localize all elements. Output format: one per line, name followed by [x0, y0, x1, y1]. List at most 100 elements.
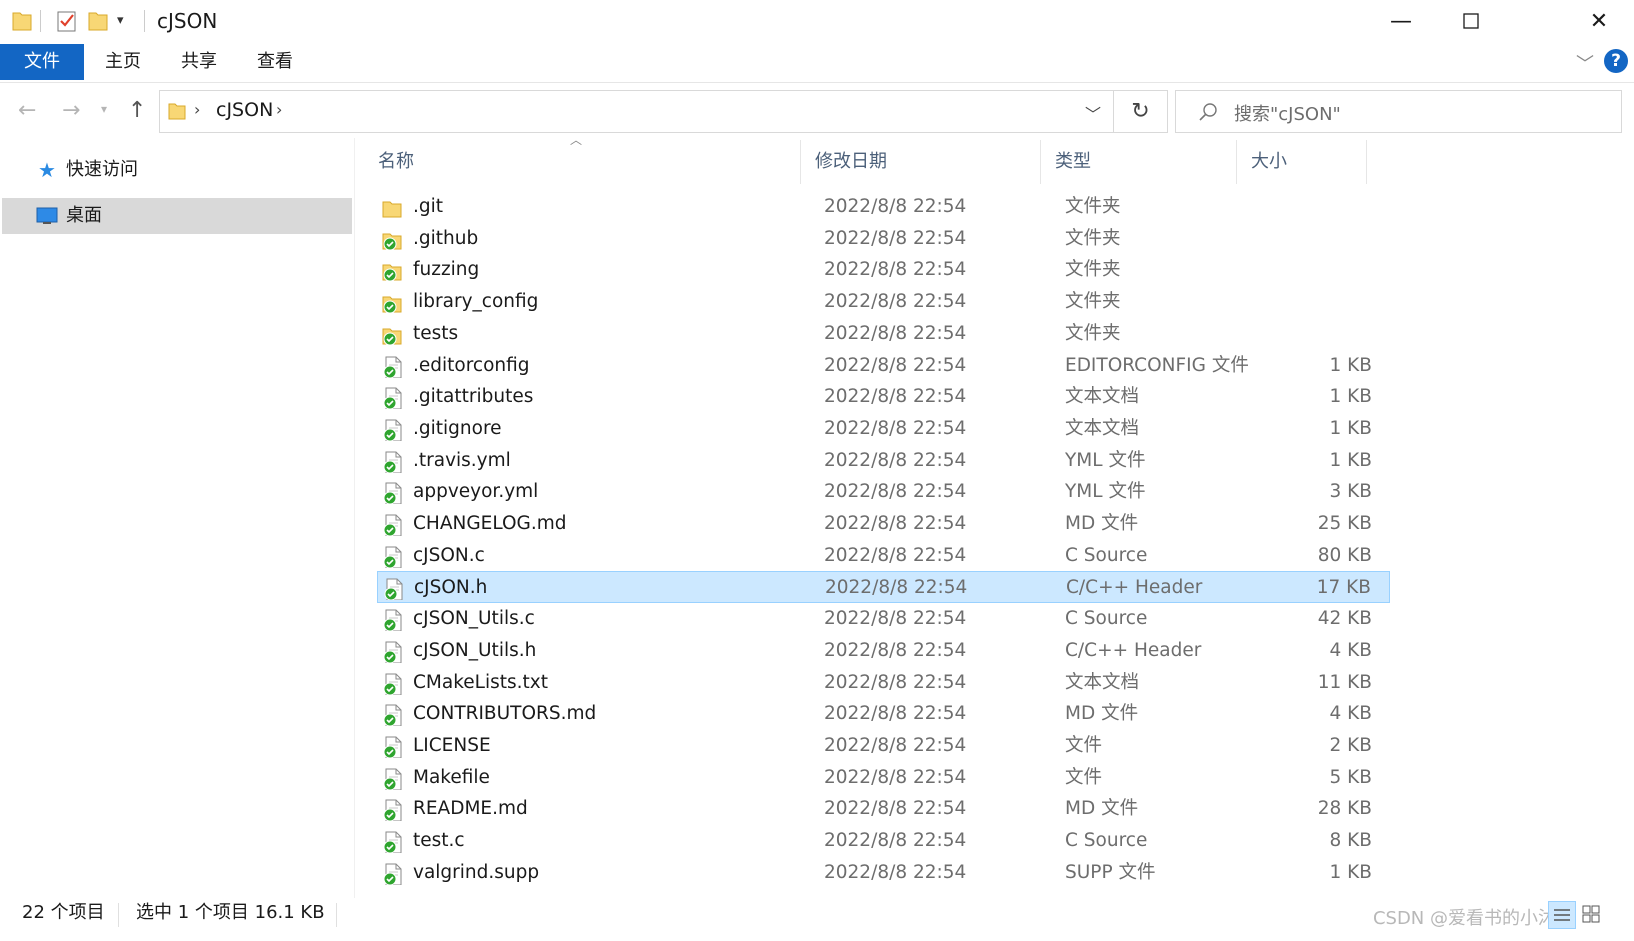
- up-arrow-icon[interactable]: ↑: [128, 98, 146, 123]
- sidebar-divider: [354, 138, 355, 898]
- close-button[interactable]: ✕: [1564, 0, 1634, 42]
- file-size: 11 KB: [1317, 672, 1372, 693]
- file-date: 2022/8/8 22:54: [824, 672, 967, 693]
- file-name: cJSON.h: [414, 577, 488, 598]
- file-row[interactable]: README.md 2022/8/8 22:54 MD 文件 28 KB: [377, 793, 1390, 825]
- sidebar-item-label: 桌面: [66, 205, 102, 226]
- column-header-date[interactable]: 修改日期: [801, 140, 1041, 184]
- address-bar[interactable]: › cJSON › ﹀: [159, 90, 1114, 133]
- file-type: 文件夹: [1065, 323, 1121, 344]
- refresh-button[interactable]: ↻: [1114, 90, 1168, 133]
- file-icon: [383, 673, 402, 695]
- file-row[interactable]: library_config 2022/8/8 22:54 文件夹: [377, 286, 1390, 318]
- properties-icon[interactable]: [56, 10, 78, 32]
- file-size: 1 KB: [1329, 450, 1372, 471]
- column-header-type[interactable]: 类型: [1041, 140, 1237, 184]
- file-row[interactable]: .git 2022/8/8 22:54 文件夹: [377, 191, 1390, 223]
- file-row[interactable]: .editorconfig 2022/8/8 22:54 EDITORCONFIG …: [377, 350, 1390, 382]
- file-row[interactable]: cJSON_Utils.h 2022/8/8 22:54 C/C++ Header 4…: [377, 635, 1390, 667]
- file-type: 文本文档: [1065, 672, 1140, 693]
- breadcrumb-chevron-icon[interactable]: ›: [276, 100, 282, 119]
- forward-arrow-icon[interactable]: →: [62, 98, 80, 123]
- file-row[interactable]: valgrind.supp 2022/8/8 22:54 SUPP 文件 1 KB: [377, 857, 1390, 889]
- file-name: CMakeLists.txt: [413, 672, 548, 693]
- column-header-name[interactable]: 名称: [364, 140, 801, 184]
- tab-file[interactable]: 文件: [0, 44, 84, 80]
- file-icon: [383, 831, 402, 853]
- file-size: 17 KB: [1316, 577, 1371, 598]
- file-icon: [383, 546, 402, 568]
- file-icon: [383, 704, 402, 726]
- file-date: 2022/8/8 22:54: [824, 608, 967, 629]
- breadcrumb-chevron-icon[interactable]: ›: [194, 100, 200, 119]
- file-name: cJSON_Utils.c: [413, 608, 535, 629]
- file-icon: [383, 356, 402, 378]
- file-size: 80 KB: [1317, 545, 1372, 566]
- file-date: 2022/8/8 22:54: [824, 735, 967, 756]
- file-date: 2022/8/8 22:54: [824, 862, 967, 883]
- sidebar-item-quick-access[interactable]: ★ 快速访问: [2, 152, 352, 188]
- file-date: 2022/8/8 22:54: [824, 481, 967, 502]
- file-row[interactable]: appveyor.yml 2022/8/8 22:54 YML 文件 3 KB: [377, 476, 1390, 508]
- file-icon: [384, 578, 403, 600]
- file-type: 文件夹: [1065, 259, 1121, 280]
- address-dropdown-icon[interactable]: ﹀: [1085, 101, 1101, 125]
- file-date: 2022/8/8 22:54: [824, 830, 967, 851]
- file-type: C Source: [1065, 608, 1148, 629]
- ribbon: 文件 主页 共享 查看 ﹀ ?: [0, 44, 1634, 83]
- new-folder-icon[interactable]: [88, 10, 108, 32]
- sidebar-item-desktop[interactable]: 桌面: [2, 198, 352, 234]
- file-name: LICENSE: [413, 735, 491, 756]
- file-row[interactable]: fuzzing 2022/8/8 22:54 文件夹: [377, 254, 1390, 286]
- file-date: 2022/8/8 22:54: [824, 323, 967, 344]
- file-name: CONTRIBUTORS.md: [413, 703, 597, 724]
- file-row[interactable]: test.c 2022/8/8 22:54 C Source 8 KB: [377, 825, 1390, 857]
- expand-ribbon-icon[interactable]: ﹀: [1576, 50, 1594, 76]
- large-icons-view-button[interactable]: [1578, 901, 1606, 929]
- file-row[interactable]: .travis.yml 2022/8/8 22:54 YML 文件 1 KB: [377, 445, 1390, 477]
- file-row[interactable]: CMakeLists.txt 2022/8/8 22:54 文本文档 11 KB: [377, 667, 1390, 699]
- file-row[interactable]: CHANGELOG.md 2022/8/8 22:54 MD 文件 25 KB: [377, 508, 1390, 540]
- file-row[interactable]: .gitignore 2022/8/8 22:54 文本文档 1 KB: [377, 413, 1390, 445]
- file-row[interactable]: Makefile 2022/8/8 22:54 文件 5 KB: [377, 762, 1390, 794]
- file-date: 2022/8/8 22:54: [824, 386, 967, 407]
- file-name: Makefile: [413, 767, 490, 788]
- file-row[interactable]: CONTRIBUTORS.md 2022/8/8 22:54 MD 文件 4 KB: [377, 698, 1390, 730]
- back-arrow-icon[interactable]: ←: [18, 98, 36, 123]
- file-size: 1 KB: [1329, 386, 1372, 407]
- tab-view[interactable]: 查看: [242, 44, 308, 80]
- file-icon: [383, 514, 402, 536]
- search-input[interactable]: 搜索"cJSON": [1175, 90, 1622, 133]
- file-row[interactable]: cJSON_Utils.c 2022/8/8 22:54 C Source 42 KB: [377, 603, 1390, 635]
- file-row[interactable]: .github 2022/8/8 22:54 文件夹: [377, 223, 1390, 255]
- folder-icon: [382, 233, 402, 251]
- details-view-button[interactable]: [1548, 901, 1576, 929]
- file-size: 3 KB: [1329, 481, 1372, 502]
- minimize-button[interactable]: —: [1366, 0, 1436, 42]
- breadcrumb-cjson[interactable]: cJSON: [216, 99, 273, 121]
- file-type: C/C++ Header: [1065, 640, 1202, 661]
- file-row[interactable]: LICENSE 2022/8/8 22:54 文件 2 KB: [377, 730, 1390, 762]
- file-size: 28 KB: [1317, 798, 1372, 819]
- file-row[interactable]: .gitattributes 2022/8/8 22:54 文本文档 1 KB: [377, 381, 1390, 413]
- file-name: README.md: [413, 798, 528, 819]
- status-selection: 选中 1 个项目 16.1 KB: [136, 902, 325, 923]
- customize-quick-access-icon[interactable]: ▾: [117, 13, 124, 28]
- file-date: 2022/8/8 22:54: [824, 703, 967, 724]
- column-header-size[interactable]: 大小: [1237, 140, 1367, 184]
- file-date: 2022/8/8 22:54: [824, 798, 967, 819]
- search-icon: [1199, 103, 1217, 121]
- recent-locations-chevron-icon[interactable]: ▾: [101, 102, 107, 116]
- divider: [118, 903, 119, 927]
- tab-home[interactable]: 主页: [90, 44, 156, 80]
- file-row[interactable]: cJSON.c 2022/8/8 22:54 C Source 80 KB: [377, 540, 1390, 572]
- file-row[interactable]: tests 2022/8/8 22:54 文件夹: [377, 318, 1390, 350]
- file-icon: [383, 799, 402, 821]
- tab-share[interactable]: 共享: [166, 44, 232, 80]
- maximize-button[interactable]: [1436, 0, 1506, 42]
- folder-icon: [382, 201, 402, 218]
- file-row[interactable]: cJSON.h 2022/8/8 22:54 C/C++ Header 17 KB: [377, 571, 1390, 603]
- help-icon[interactable]: ?: [1604, 49, 1628, 73]
- watermark-text: CSDN @爱看书的小沐: [1372, 908, 1556, 929]
- file-type: C Source: [1065, 830, 1148, 851]
